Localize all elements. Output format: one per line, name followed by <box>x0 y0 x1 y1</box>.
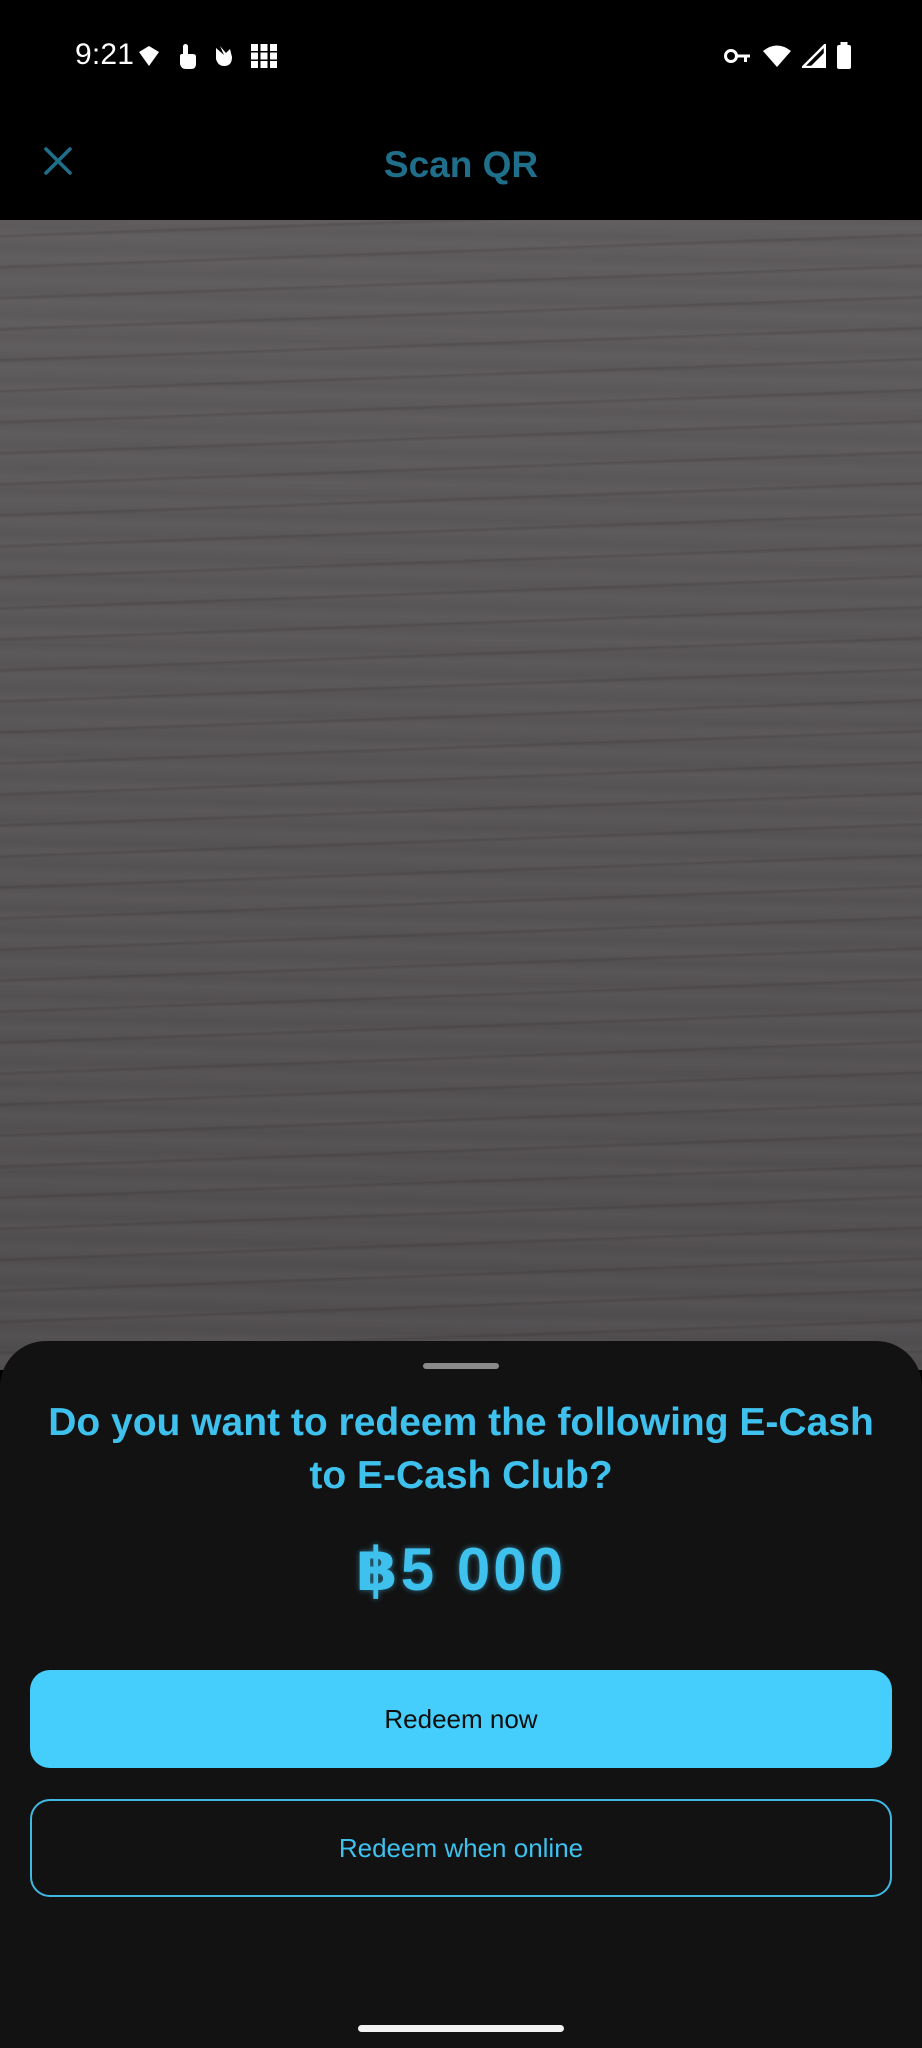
signal-icon <box>802 44 826 68</box>
app-bar: Scan QR <box>0 110 922 220</box>
status-time: 9:21 <box>75 38 135 71</box>
key-icon <box>724 46 752 66</box>
home-indicator[interactable] <box>358 2025 564 2032</box>
status-left-icons <box>136 42 278 70</box>
redeem-question: Do you want to redeem the following E-Ca… <box>48 1401 874 1497</box>
battery-icon <box>836 42 852 70</box>
status-bar: 9:21 <box>0 0 922 110</box>
grid-icon <box>250 43 278 69</box>
status-right-icons <box>724 42 852 70</box>
redeem-bottom-sheet: Do you want to redeem the following E-Ca… <box>0 1341 922 2048</box>
ecash-amount: ฿5 000 <box>356 1536 566 1603</box>
page-title: Scan QR <box>383 144 539 185</box>
hand-icon <box>212 43 236 69</box>
redeem-now-button[interactable]: Redeem now <box>30 1670 892 1768</box>
shield-icon <box>136 43 162 69</box>
redeem-when-online-button[interactable]: Redeem when online <box>30 1799 892 1897</box>
camera-preview <box>0 220 922 1370</box>
drag-handle[interactable] <box>423 1363 499 1369</box>
touch-icon <box>176 42 198 70</box>
wifi-icon <box>762 44 792 68</box>
